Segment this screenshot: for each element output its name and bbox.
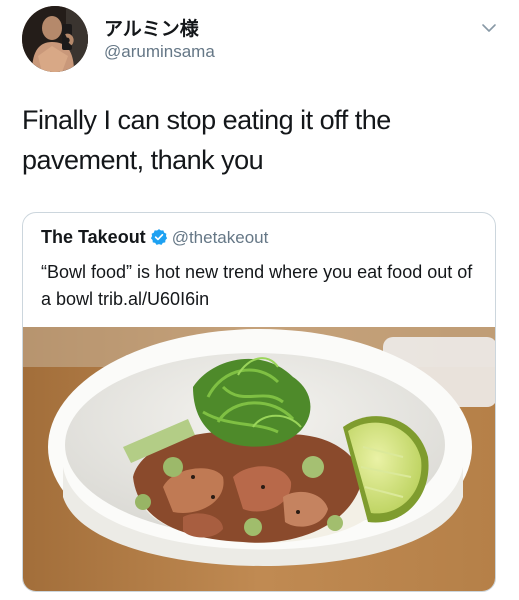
quoted-tweet-text: “Bowl food” is hot new trend where you e… — [41, 262, 473, 309]
quoted-tweet-card[interactable]: The Takeout @thetakeout “Bowl food” is h… — [22, 212, 496, 592]
quoted-author-handle[interactable]: @thetakeout — [172, 228, 269, 247]
food-bowl-photo[interactable] — [23, 327, 495, 591]
chevron-down-icon[interactable] — [481, 20, 497, 36]
author-display-name[interactable]: アルミン様 — [104, 14, 199, 41]
verified-badge-icon — [150, 229, 167, 245]
tweet: アルミン様 @aruminsama Finally I can stop eat… — [0, 0, 519, 600]
quoted-tweet-header: The Takeout @thetakeout — [41, 227, 268, 248]
author-handle[interactable]: @aruminsama — [104, 42, 215, 62]
avatar[interactable] — [22, 6, 88, 72]
quoted-author-name[interactable]: The Takeout — [41, 227, 146, 247]
tweet-text: Finally I can stop eating it off the pav… — [22, 105, 391, 175]
